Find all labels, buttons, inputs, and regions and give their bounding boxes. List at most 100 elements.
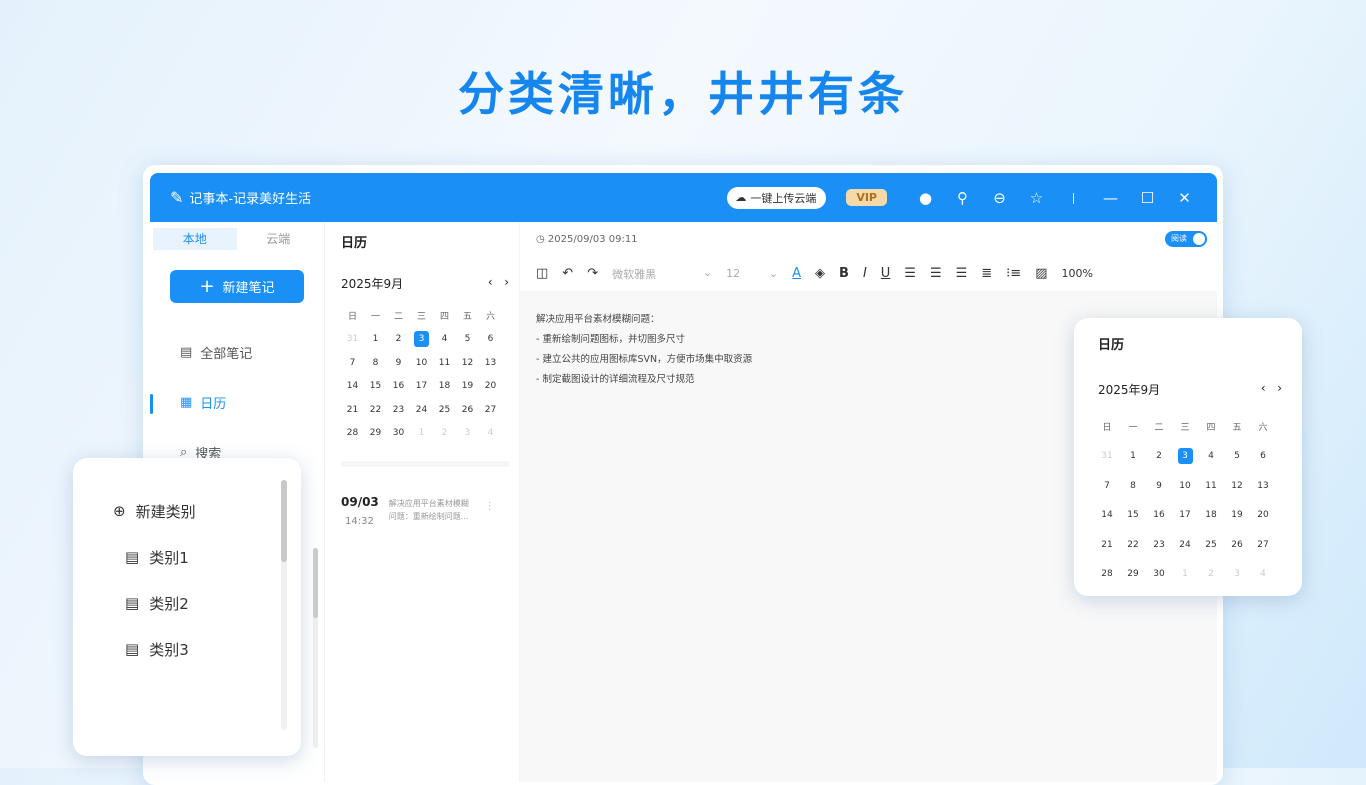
calendar-day[interactable]: 15 (1120, 501, 1146, 531)
calendar-day-selected[interactable]: 3 (410, 328, 433, 352)
align-center-icon[interactable]: ☰ (930, 266, 942, 281)
calendar-day[interactable]: 29 (364, 422, 387, 446)
calendar-day[interactable]: 27 (479, 398, 502, 422)
star-icon[interactable]: ☆ (1018, 189, 1055, 207)
calendar-day[interactable]: 4 (479, 422, 502, 446)
prev-month-icon[interactable]: ‹ (488, 275, 493, 289)
upload-cloud-button[interactable]: ☁ 一键上传云端 (727, 186, 827, 209)
maximize-icon[interactable]: ☐ (1129, 189, 1166, 207)
align-left-icon[interactable]: ☰ (904, 266, 916, 281)
calendar-day[interactable]: 1 (1172, 560, 1198, 590)
sidebar-toggle-icon[interactable]: ◫ (536, 266, 548, 281)
calendar-day[interactable]: 31 (341, 328, 364, 352)
vip-button[interactable]: VIP (846, 189, 887, 206)
calendar-day[interactable]: 28 (1094, 560, 1120, 590)
calendar-day[interactable]: 24 (410, 398, 433, 422)
calendar-day[interactable]: 21 (1094, 530, 1120, 560)
image-icon[interactable]: ▨ (1035, 266, 1047, 281)
calendar-day[interactable]: 6 (479, 328, 502, 352)
calendar-day[interactable]: 4 (433, 328, 456, 352)
calendar-day-selected[interactable]: 3 (1172, 442, 1198, 472)
calendar-day[interactable]: 20 (479, 375, 502, 399)
calendar-day[interactable]: 14 (341, 375, 364, 399)
calendar-day[interactable]: 15 (364, 375, 387, 399)
calendar-day[interactable]: 25 (433, 398, 456, 422)
calendar-day[interactable]: 9 (1146, 471, 1172, 501)
list-scrollbar[interactable] (313, 548, 318, 748)
calendar-day[interactable]: 29 (1120, 560, 1146, 590)
calendar-day[interactable]: 1 (1120, 442, 1146, 472)
next-month-icon[interactable]: › (504, 275, 509, 289)
calendar-day[interactable]: 8 (1120, 471, 1146, 501)
calendar-day[interactable]: 19 (1224, 501, 1250, 531)
more-icon[interactable]: ⋮ (485, 501, 495, 512)
calendar-day[interactable]: 2 (1198, 560, 1224, 590)
calendar-day[interactable]: 4 (1250, 560, 1276, 590)
calendar-day[interactable]: 30 (387, 422, 410, 446)
calendar-day[interactable]: 3 (456, 422, 479, 446)
list-item[interactable]: 09/03 14:32 解决应用平台素材模糊问题：重新绘制问题... ⋮ (341, 495, 509, 528)
calendar-day[interactable]: 5 (1224, 442, 1250, 472)
ordered-list-icon[interactable]: ≣ (981, 266, 992, 281)
new-note-button[interactable]: + 新建笔记 (170, 270, 304, 303)
calendar-day[interactable]: 16 (387, 375, 410, 399)
calendar-day[interactable]: 6 (1250, 442, 1276, 472)
calendar-day[interactable]: 1 (410, 422, 433, 446)
category-item[interactable]: ▤ 类别3 (113, 626, 301, 672)
calendar-day[interactable]: 22 (1120, 530, 1146, 560)
calendar-day[interactable]: 19 (456, 375, 479, 399)
new-category-button[interactable]: ⊕ 新建类别 (113, 488, 301, 534)
calendar-day[interactable]: 18 (1198, 501, 1224, 531)
font-select[interactable]: 微软雅黑 ⌄ (612, 266, 712, 282)
category-item[interactable]: ▤ 类别1 (113, 534, 301, 580)
text-color-icon[interactable]: A (792, 266, 801, 281)
calendar-day[interactable]: 22 (364, 398, 387, 422)
bullet-list-icon[interactable]: ⁝≡ (1006, 266, 1021, 281)
sidebar-item-all-notes[interactable]: ▤ 全部笔记 (150, 327, 324, 377)
calendar-day[interactable]: 4 (1198, 442, 1224, 472)
bold-icon[interactable]: B (839, 266, 849, 281)
calendar-day[interactable]: 2 (433, 422, 456, 446)
calendar-day[interactable]: 13 (479, 351, 502, 375)
calendar-day[interactable]: 24 (1172, 530, 1198, 560)
close-icon[interactable]: ✕ (1166, 189, 1203, 207)
calendar-day[interactable]: 18 (433, 375, 456, 399)
next-month-icon[interactable]: › (1277, 381, 1282, 395)
italic-icon[interactable]: I (863, 266, 867, 281)
minus-circle-icon[interactable]: ⊖ (981, 189, 1018, 207)
calendar-day[interactable]: 17 (410, 375, 433, 399)
pin-icon[interactable]: ⚲ (944, 189, 981, 207)
calendar-day[interactable]: 11 (433, 351, 456, 375)
calendar-day[interactable]: 28 (341, 422, 364, 446)
undo-icon[interactable]: ↶ (562, 266, 573, 281)
calendar-day[interactable]: 26 (1224, 530, 1250, 560)
read-mode-toggle[interactable]: 阅读 (1165, 231, 1207, 247)
calendar-day[interactable]: 12 (456, 351, 479, 375)
category-item[interactable]: ▤ 类别2 (113, 580, 301, 626)
scrollbar[interactable] (281, 480, 287, 730)
calendar-day[interactable]: 8 (364, 351, 387, 375)
user-icon[interactable]: ● (907, 189, 944, 207)
calendar-day[interactable]: 10 (1172, 471, 1198, 501)
calendar-day[interactable]: 7 (341, 351, 364, 375)
calendar-day[interactable]: 14 (1094, 501, 1120, 531)
calendar-day[interactable]: 23 (1146, 530, 1172, 560)
calendar-day[interactable]: 12 (1224, 471, 1250, 501)
calendar-day[interactable]: 25 (1198, 530, 1224, 560)
sidebar-item-calendar[interactable]: ▦ 日历 (150, 377, 324, 427)
calendar-day[interactable]: 9 (387, 351, 410, 375)
calendar-day[interactable]: 21 (341, 398, 364, 422)
align-right-icon[interactable]: ☰ (956, 266, 968, 281)
redo-icon[interactable]: ↷ (587, 266, 598, 281)
calendar-day[interactable]: 1 (364, 328, 387, 352)
font-size-select[interactable]: 12 ⌄ (726, 267, 778, 280)
calendar-day[interactable]: 20 (1250, 501, 1276, 531)
calendar-day[interactable]: 27 (1250, 530, 1276, 560)
prev-month-icon[interactable]: ‹ (1261, 381, 1266, 395)
tab-cloud[interactable]: 云端 (237, 228, 321, 250)
underline-icon[interactable]: U (881, 266, 891, 281)
calendar-day[interactable]: 13 (1250, 471, 1276, 501)
calendar-day[interactable]: 2 (1146, 442, 1172, 472)
calendar-day[interactable]: 11 (1198, 471, 1224, 501)
calendar-day[interactable]: 31 (1094, 442, 1120, 472)
